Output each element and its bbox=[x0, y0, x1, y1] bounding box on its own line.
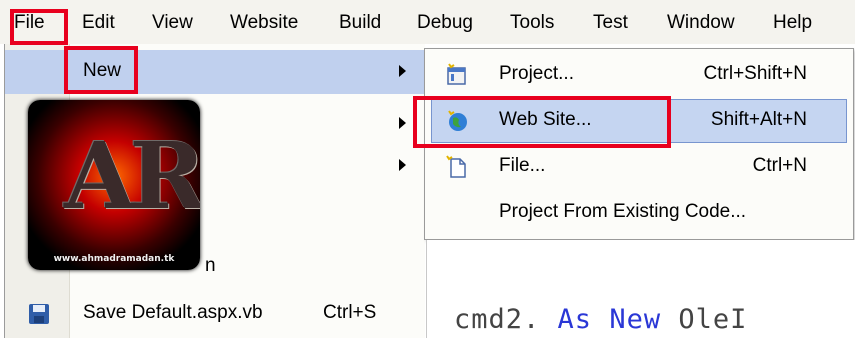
menu-bar: File Edit View Website Build Debug Tools… bbox=[0, 0, 855, 44]
submenu-arrow-icon bbox=[399, 65, 406, 77]
menu-website[interactable]: Website bbox=[230, 11, 298, 35]
code-text: cmd2. bbox=[454, 304, 541, 335]
submenu-item-project-shortcut: Ctrl+Shift+N bbox=[703, 63, 807, 84]
submenu-item-website-shortcut: Shift+Alt+N bbox=[710, 109, 807, 130]
submenu-item-file-label: File... bbox=[499, 155, 546, 176]
file-menu-item-partial-label: n bbox=[205, 255, 216, 276]
save-icon bbox=[29, 304, 49, 324]
submenu-arrow-icon bbox=[399, 117, 406, 129]
submenu-item-project-label: Project... bbox=[499, 63, 574, 84]
submenu-item-file-shortcut: Ctrl+N bbox=[752, 155, 807, 176]
menu-test[interactable]: Test bbox=[593, 11, 628, 35]
file-menu-item-save[interactable]: Save Default.aspx.vb Ctrl+S bbox=[5, 292, 425, 336]
submenu-item-project-existing[interactable]: Project From Existing Code... bbox=[425, 191, 851, 235]
submenu-item-website-label: Web Site... bbox=[499, 109, 592, 130]
new-project-icon bbox=[447, 63, 466, 85]
file-menu-item-save-shortcut: Ctrl+S bbox=[323, 302, 377, 323]
code-text-after: OleI bbox=[678, 304, 748, 335]
logo-letters: AR bbox=[64, 122, 200, 230]
menu-debug[interactable]: Debug bbox=[417, 11, 473, 35]
menu-view[interactable]: View bbox=[152, 11, 193, 35]
menu-build[interactable]: Build bbox=[339, 11, 381, 35]
new-file-icon bbox=[446, 155, 466, 178]
menu-edit[interactable]: Edit bbox=[82, 11, 115, 35]
menu-help[interactable]: Help bbox=[773, 11, 812, 35]
ahmadramadan-logo: AR www.ahmadramadan.tk bbox=[28, 100, 200, 270]
submenu-arrow-icon bbox=[399, 159, 406, 171]
code-line: cmd2. As New OleI bbox=[454, 304, 747, 335]
submenu-item-project-existing-label: Project From Existing Code... bbox=[499, 201, 747, 222]
annotation-box-new bbox=[64, 46, 138, 94]
menu-tools[interactable]: Tools bbox=[510, 11, 554, 35]
code-keyword: As New bbox=[557, 304, 662, 335]
logo-site-text: www.ahmadramadan.tk bbox=[53, 254, 175, 264]
menu-window[interactable]: Window bbox=[667, 11, 735, 35]
submenu-item-file[interactable]: File... Ctrl+N bbox=[425, 145, 851, 189]
submenu-item-project[interactable]: Project... Ctrl+Shift+N bbox=[425, 53, 851, 97]
file-menu-item-save-label: Save Default.aspx.vb bbox=[83, 302, 263, 323]
annotation-box-file bbox=[10, 9, 68, 45]
